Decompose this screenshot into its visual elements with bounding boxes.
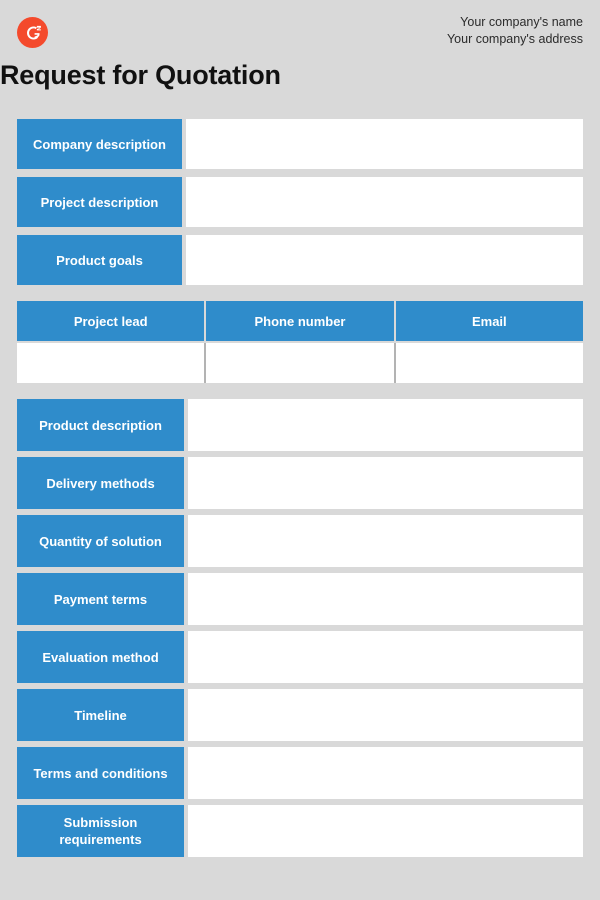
field-row-evaluation-method: Evaluation method <box>17 631 583 683</box>
field-input-product-goals[interactable] <box>186 235 583 285</box>
field-label: Terms and conditions <box>17 747 184 799</box>
company-name: Your company's name <box>460 15 583 29</box>
contact-table: Project lead Phone number Email <box>17 301 583 383</box>
field-input-evaluation-method[interactable] <box>188 631 583 683</box>
field-input-company-description[interactable] <box>186 119 583 169</box>
table-cell-project-lead[interactable] <box>17 343 205 383</box>
top-fields-section: Company description Project description … <box>17 119 583 293</box>
field-label: Company description <box>17 119 182 169</box>
field-label: Product goals <box>17 235 182 285</box>
bottom-fields-section: Product description Delivery methods Qua… <box>17 399 583 863</box>
field-label: Timeline <box>17 689 184 741</box>
field-input-project-description[interactable] <box>186 177 583 227</box>
field-row-submission-requirements: Submission requirements <box>17 805 583 857</box>
field-input-payment-terms[interactable] <box>188 573 583 625</box>
field-row-company-description: Company description <box>17 119 583 169</box>
table-cell-phone-number[interactable] <box>206 343 394 383</box>
field-label: Product description <box>17 399 184 451</box>
field-input-delivery-methods[interactable] <box>188 457 583 509</box>
field-row-project-description: Project description <box>17 177 583 227</box>
table-header-email: Email <box>395 301 583 341</box>
field-input-product-description[interactable] <box>188 399 583 451</box>
field-row-product-description: Product description <box>17 399 583 451</box>
table-header-row: Project lead Phone number Email <box>17 301 583 341</box>
field-label: Quantity of solution <box>17 515 184 567</box>
field-row-terms-and-conditions: Terms and conditions <box>17 747 583 799</box>
field-input-terms-and-conditions[interactable] <box>188 747 583 799</box>
field-label: Project description <box>17 177 182 227</box>
field-row-quantity-of-solution: Quantity of solution <box>17 515 583 567</box>
table-row <box>17 343 583 383</box>
table-header-phone-number: Phone number <box>206 301 394 341</box>
field-input-submission-requirements[interactable] <box>188 805 583 857</box>
rfq-document: Your company's name Your company's addre… <box>0 0 600 900</box>
field-input-timeline[interactable] <box>188 689 583 741</box>
company-address: Your company's address <box>446 32 583 46</box>
document-header: Your company's name Your company's addre… <box>17 0 583 60</box>
field-row-product-goals: Product goals <box>17 235 583 285</box>
field-row-payment-terms: Payment terms <box>17 573 583 625</box>
field-label: Payment terms <box>17 573 184 625</box>
field-label: Evaluation method <box>17 631 184 683</box>
field-row-delivery-methods: Delivery methods <box>17 457 583 509</box>
field-label: Submission requirements <box>17 805 184 857</box>
table-header-project-lead: Project lead <box>17 301 205 341</box>
page-title: Request for Quotation <box>0 60 281 90</box>
field-label: Delivery methods <box>17 457 184 509</box>
table-cell-email[interactable] <box>395 343 583 383</box>
g2-logo-icon <box>17 17 48 48</box>
field-row-timeline: Timeline <box>17 689 583 741</box>
field-input-quantity-of-solution[interactable] <box>188 515 583 567</box>
company-identity-block: Your company's name Your company's addre… <box>447 14 583 48</box>
